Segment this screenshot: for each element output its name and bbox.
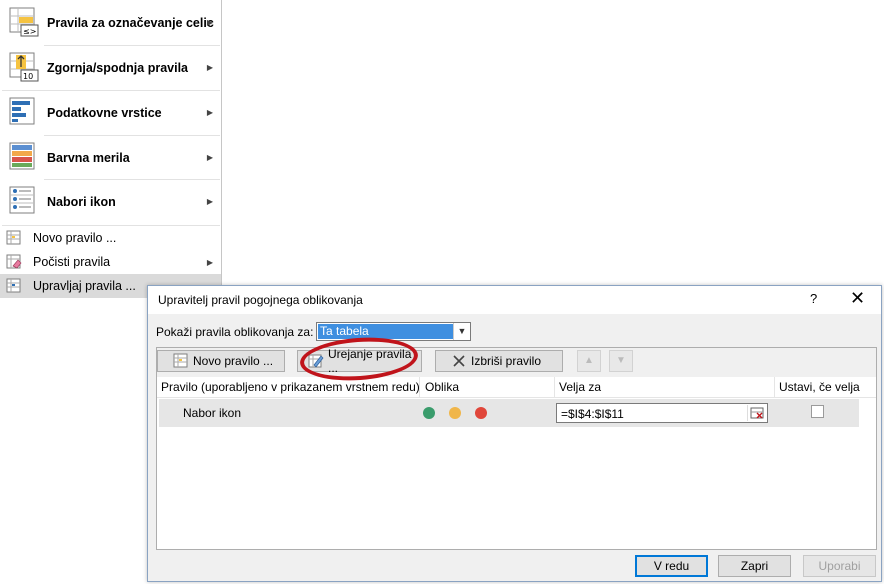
show-rules-label: Pokaži pravila oblikovanja za: (156, 325, 314, 339)
menu-item-highlight-cells-rules[interactable]: ≤> Pravila za označevanje celic ▶ (0, 1, 221, 45)
menu-item-data-bars[interactable]: Podatkovne vrstice ▶ (0, 91, 221, 135)
green-circle-icon (423, 407, 435, 419)
new-rule-icon (173, 353, 188, 368)
submenu-arrow-icon: ▶ (206, 18, 213, 27)
submenu-arrow-icon: ▶ (206, 63, 213, 72)
column-header-stop-if-true: Ustavi, če velja (779, 380, 860, 394)
move-up-button[interactable]: ▲ (577, 350, 601, 372)
rule-name: Nabor ikon (183, 406, 242, 420)
menu-item-label: Novo pravilo ... (33, 231, 117, 245)
data-bars-icon (9, 97, 35, 125)
applies-to-value: =$I$4:$I$11 (561, 407, 624, 421)
move-down-button[interactable]: ▼ (609, 350, 633, 372)
applies-to-input[interactable]: =$I$4:$I$11 (556, 403, 768, 423)
menu-item-icon-sets[interactable]: Nabori ikon ▶ (0, 180, 221, 224)
ok-button[interactable]: V redu (635, 555, 708, 577)
rule-row[interactable]: Nabor ikon =$I$4:$I$11 (159, 399, 859, 427)
menu-item-top-bottom-rules[interactable]: 10 Zgornja/spodnja pravila ▶ (0, 46, 221, 90)
menu-item-label: Počisti pravila (33, 255, 111, 269)
icon-sets-icon (9, 186, 35, 214)
menu-item-label: Nabori ikon (47, 195, 116, 209)
top-bottom-rules-icon: 10 (9, 52, 39, 82)
rules-panel: Novo pravilo ... Urejanje pravila ... Iz… (156, 347, 877, 550)
dialog-titlebar: Upravitelj pravil pogojnega oblikovanja … (148, 286, 881, 314)
delete-icon (453, 355, 465, 367)
help-button[interactable]: ? (810, 291, 817, 306)
conditional-formatting-rules-manager-dialog: Upravitelj pravil pogojnega oblikovanja … (147, 285, 882, 582)
submenu-arrow-icon: ▶ (206, 258, 213, 267)
conditional-formatting-menu: ≤> Pravila za označevanje celic ▶ 10 Zgo… (0, 0, 222, 298)
manage-rules-icon (6, 278, 21, 293)
new-rule-icon (6, 230, 21, 245)
show-rules-value: Ta tabela (318, 324, 453, 339)
menu-item-label: Barvna merila (47, 151, 130, 165)
submenu-arrow-icon: ▶ (206, 108, 213, 117)
menu-item-new-rule[interactable]: Novo pravilo ... (0, 226, 221, 250)
menu-item-label: Zgornja/spodnja pravila (47, 61, 188, 75)
delete-rule-button[interactable]: Izbriši pravilo (435, 350, 563, 372)
submenu-arrow-icon: ▶ (206, 153, 213, 162)
column-header-format: Oblika (425, 380, 460, 394)
highlight-cells-icon: ≤> (9, 7, 39, 37)
menu-item-color-scales[interactable]: Barvna merila ▶ (0, 136, 221, 180)
range-select-icon[interactable] (747, 405, 766, 421)
column-header-rule: Pravilo (uporabljeno v prikazanem vrstne… (161, 380, 420, 394)
column-divider (554, 377, 555, 397)
color-scales-icon (9, 142, 35, 170)
svg-text:10: 10 (23, 72, 33, 81)
rules-toolbar: Novo pravilo ... Urejanje pravila ... Iz… (157, 347, 876, 377)
column-divider (419, 377, 420, 397)
menu-item-label: Podatkovne vrstice (47, 106, 162, 120)
arrow-down-icon: ▼ (616, 355, 626, 366)
submenu-arrow-icon: ▶ (206, 197, 213, 206)
menu-item-clear-rules[interactable]: Počisti pravila ▶ (0, 250, 221, 274)
menu-item-label: Pravila za označevanje celic (47, 16, 214, 30)
close-button[interactable]: Zapri (718, 555, 791, 577)
red-circle-icon (475, 407, 487, 419)
rules-table-header: Pravilo (uporabljeno v prikazanem vrstne… (157, 377, 876, 398)
yellow-circle-icon (449, 407, 461, 419)
delete-rule-label: Izbriši pravilo (471, 354, 542, 368)
column-header-applies-to: Velja za (559, 380, 602, 394)
stop-if-true-checkbox[interactable] (811, 405, 824, 418)
column-divider (774, 377, 775, 397)
clear-rules-icon (6, 254, 22, 269)
arrow-up-icon: ▲ (584, 355, 594, 366)
apply-button[interactable]: Uporabi (803, 555, 876, 577)
dialog-title: Upravitelj pravil pogojnega oblikovanja (158, 293, 363, 307)
new-rule-label: Novo pravilo ... (193, 354, 274, 368)
show-rules-select[interactable]: Ta tabela ▼ (316, 322, 471, 341)
svg-text:≤>: ≤> (23, 27, 36, 36)
new-rule-button[interactable]: Novo pravilo ... (157, 350, 285, 372)
menu-item-label: Upravljaj pravila ... (33, 279, 136, 293)
close-icon[interactable]: ✕ (850, 288, 865, 309)
chevron-down-icon[interactable]: ▼ (453, 323, 470, 340)
